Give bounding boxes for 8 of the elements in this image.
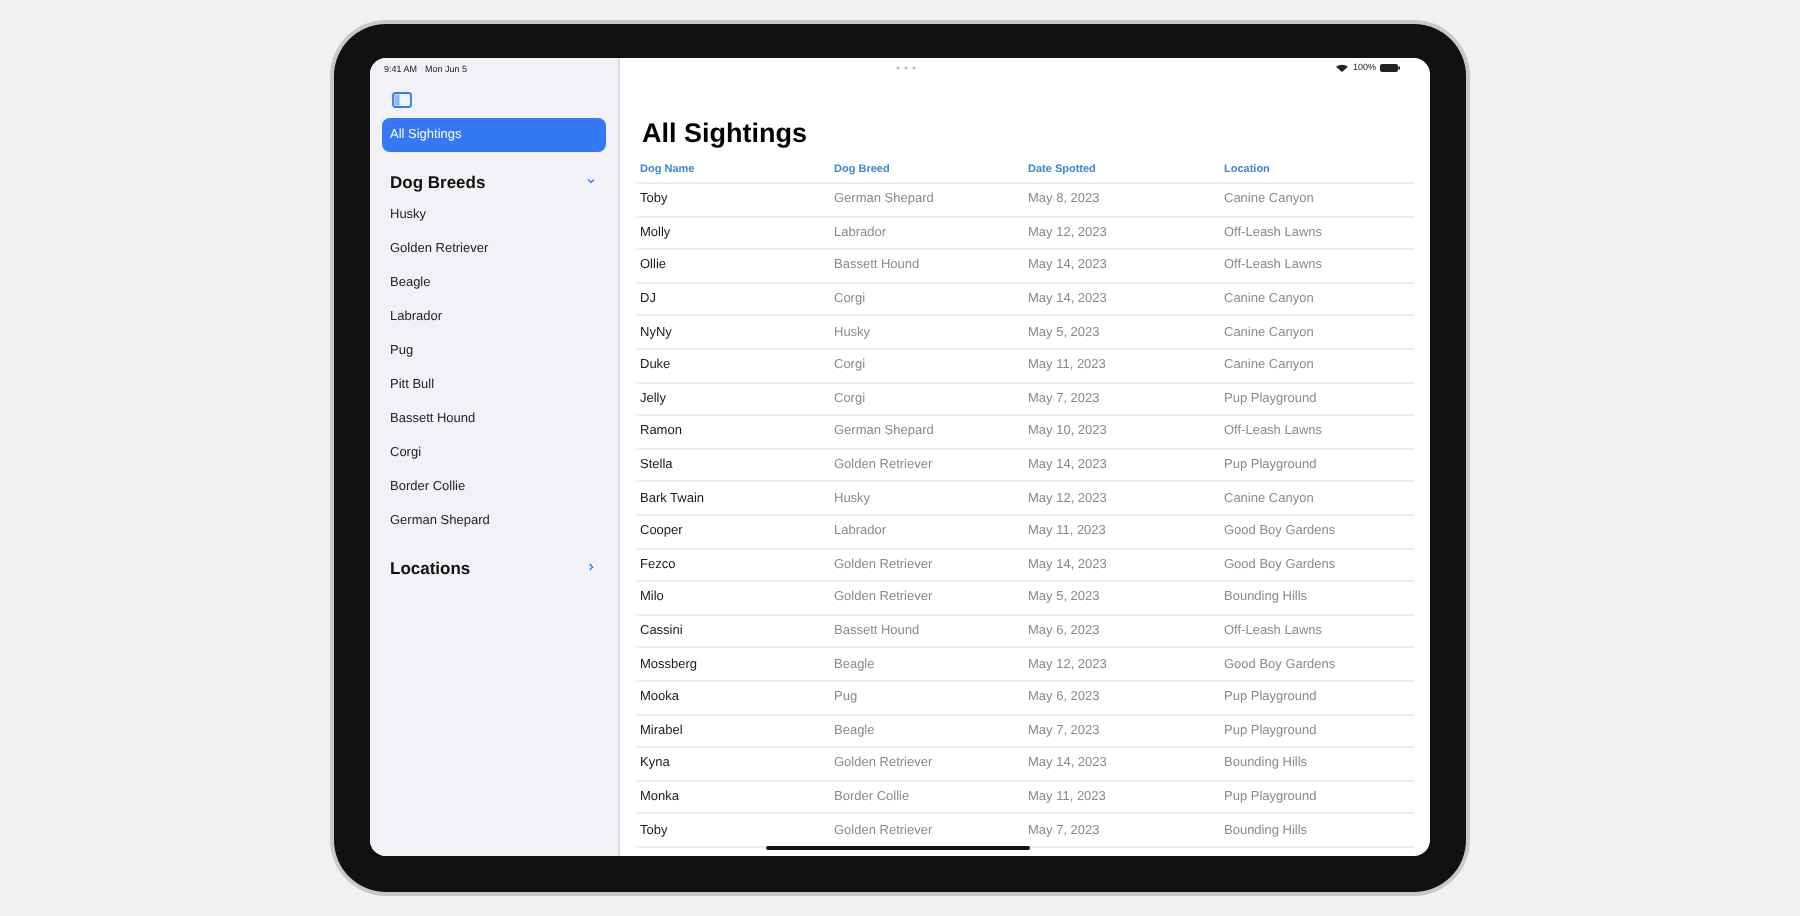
chevron-down-icon[interactable]	[586, 176, 596, 186]
sidebar-toggle-icon[interactable]	[392, 92, 412, 108]
battery-icon	[1380, 63, 1400, 71]
wifi-icon	[1336, 63, 1349, 71]
page-title: All Sightings	[642, 118, 809, 150]
section-title[interactable]: Dog Breeds	[390, 171, 486, 191]
chevron-right-icon[interactable]	[586, 562, 596, 572]
section-title[interactable]: Locations	[390, 557, 471, 577]
